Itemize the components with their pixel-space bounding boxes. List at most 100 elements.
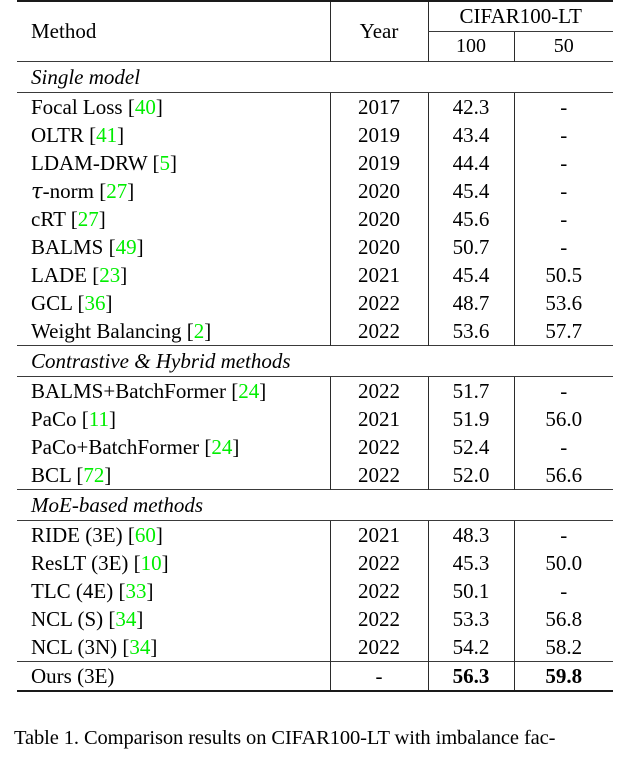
citation-number[interactable]: 34 bbox=[129, 635, 150, 659]
citation-ref[interactable]: [60] bbox=[128, 523, 163, 547]
table-head: Method Year CIFAR100-LT 100 50 bbox=[17, 0, 614, 62]
citation-ref[interactable]: [40] bbox=[128, 95, 163, 119]
citation-ref[interactable]: [24] bbox=[204, 435, 239, 459]
citation-ref[interactable]: [5] bbox=[153, 151, 178, 175]
cell-value-if50: 56.0 bbox=[513, 405, 614, 433]
cell-value-if50: 57.7 bbox=[513, 317, 614, 346]
cell-value-if50: 50.0 bbox=[513, 549, 614, 577]
cell-value-if100: 45.4 bbox=[427, 261, 514, 289]
citation-number[interactable]: 41 bbox=[96, 123, 117, 147]
citation-ref[interactable]: [24] bbox=[231, 379, 266, 403]
cell-method: NCL (3N) [34] bbox=[17, 633, 330, 662]
citation-bracket-close: ] bbox=[127, 178, 135, 203]
citation-bracket-close: ] bbox=[150, 634, 158, 659]
citation-number[interactable]: 2 bbox=[194, 319, 205, 343]
citation-number[interactable]: 10 bbox=[141, 551, 162, 575]
citation-ref[interactable]: [36] bbox=[77, 291, 112, 315]
citation-number[interactable]: 72 bbox=[83, 463, 104, 487]
citation-ref[interactable]: [34] bbox=[122, 635, 157, 659]
table-row: BCL [72] 2022 52.0 56.6 bbox=[17, 461, 614, 490]
citation-ref[interactable]: [72] bbox=[76, 463, 111, 487]
section-title: Contrastive & Hybrid methods bbox=[17, 345, 614, 377]
table-row: TLC (4E) [33] 2022 50.1- bbox=[17, 577, 614, 605]
cell-value-if100: 53.3 bbox=[427, 605, 514, 633]
section-header-row: Contrastive & Hybrid methods bbox=[17, 345, 614, 377]
method-name: Weight Balancing bbox=[31, 318, 182, 343]
citation-bracket-open: [ bbox=[127, 94, 135, 119]
citation-ref[interactable]: [49] bbox=[109, 235, 144, 259]
method-name: RIDE (3E) bbox=[31, 522, 123, 547]
citation-number[interactable]: 24 bbox=[211, 435, 232, 459]
cell-year: 2019 bbox=[329, 149, 428, 177]
header-row-group: Method Year CIFAR100-LT bbox=[17, 0, 614, 62]
citation-number[interactable]: 24 bbox=[238, 379, 259, 403]
cell-year: 2022 bbox=[329, 376, 428, 405]
cell-value-if100: 48.7 bbox=[427, 289, 514, 317]
header-year: Year bbox=[329, 0, 428, 62]
citation-number[interactable]: 60 bbox=[135, 523, 156, 547]
cell-value-if100: 51.7 bbox=[427, 376, 514, 405]
cell-value-if50: 50.5 bbox=[513, 261, 614, 289]
citation-ref[interactable]: [11] bbox=[82, 407, 116, 431]
citation-number[interactable]: 27 bbox=[78, 207, 99, 231]
section-title: Single model bbox=[17, 61, 614, 93]
citation-bracket-close: ] bbox=[104, 462, 112, 487]
cell-value-if50: 59.8 bbox=[513, 661, 614, 692]
cell-method: NCL (S) [34] bbox=[17, 605, 330, 633]
cell-value-if100: 48.3 bbox=[427, 520, 514, 549]
citation-number[interactable]: 36 bbox=[84, 291, 105, 315]
header-imbalance-50: 50 bbox=[513, 31, 614, 62]
cell-value-if50: 53.6 bbox=[513, 289, 614, 317]
citation-bracket-open: [ bbox=[108, 234, 116, 259]
citation-number[interactable]: 34 bbox=[115, 607, 136, 631]
citation-ref[interactable]: [23] bbox=[92, 263, 127, 287]
table-row: Focal Loss [40] 2017 42.3- bbox=[17, 92, 614, 121]
citation-number[interactable]: 40 bbox=[135, 95, 156, 119]
table-body: Single model Focal Loss [40] 2017 42.3- OLTR… bbox=[17, 61, 614, 692]
method-name: LADE bbox=[31, 262, 87, 287]
cell-method: RIDE (3E) [60] bbox=[17, 521, 330, 550]
header-method: Method bbox=[17, 0, 330, 62]
cell-value-if100: 43.4 bbox=[427, 121, 514, 149]
citation-number[interactable]: 33 bbox=[125, 579, 146, 603]
citation-ref[interactable]: [41] bbox=[89, 123, 124, 147]
method-name: NCL (S) bbox=[31, 606, 104, 631]
citation-ref[interactable]: [33] bbox=[118, 579, 153, 603]
cell-value-if50: - bbox=[513, 177, 614, 205]
method-name: τ-norm bbox=[31, 178, 94, 203]
table-row: PaCo+BatchFormer [24] 2022 52.4- bbox=[17, 433, 614, 461]
table-row: NCL (3N) [34] 2022 54.2 58.2 bbox=[17, 633, 614, 662]
section-header-row: MoE-based methods bbox=[17, 489, 614, 521]
cell-value-if100: 52.0 bbox=[427, 461, 514, 490]
section-title: MoE-based methods bbox=[17, 489, 614, 521]
citation-number[interactable]: 49 bbox=[116, 235, 137, 259]
citation-bracket-close: ] bbox=[170, 150, 178, 175]
cell-method: GCL [36] bbox=[17, 289, 330, 317]
citation-ref[interactable]: [10] bbox=[134, 551, 169, 575]
cell-year: 2022 bbox=[329, 317, 428, 346]
citation-bracket-open: [ bbox=[152, 150, 160, 175]
cell-method: LADE [23] bbox=[17, 261, 330, 289]
citation-ref[interactable]: [2] bbox=[187, 319, 212, 343]
citation-ref[interactable]: [27] bbox=[99, 179, 134, 203]
citation-bracket-close: ] bbox=[155, 94, 163, 119]
citation-ref[interactable]: [27] bbox=[71, 207, 106, 231]
cell-method: τ-norm [27] bbox=[17, 177, 330, 205]
citation-number[interactable]: 11 bbox=[89, 407, 109, 431]
method-name: ResLT (3E) bbox=[31, 550, 129, 575]
method-name: NCL (3N) bbox=[31, 634, 118, 659]
cell-method: BALMS+BatchFormer [24] bbox=[17, 377, 330, 406]
citation-bracket-close: ] bbox=[155, 522, 163, 547]
table-row: LADE [23] 2021 45.4 50.5 bbox=[17, 261, 614, 289]
cell-year: 2022 bbox=[329, 549, 428, 577]
citation-bracket-open: [ bbox=[186, 318, 194, 343]
citation-number[interactable]: 27 bbox=[106, 179, 127, 203]
cell-value-if100: 56.3 bbox=[427, 661, 514, 692]
cell-value-if100: 52.4 bbox=[427, 433, 514, 461]
citation-number[interactable]: 5 bbox=[160, 151, 171, 175]
cell-year: 2017 bbox=[329, 92, 428, 121]
citation-number[interactable]: 23 bbox=[99, 263, 120, 287]
cell-year: 2022 bbox=[329, 461, 428, 490]
citation-ref[interactable]: [34] bbox=[108, 607, 143, 631]
cell-year: 2020 bbox=[329, 233, 428, 261]
